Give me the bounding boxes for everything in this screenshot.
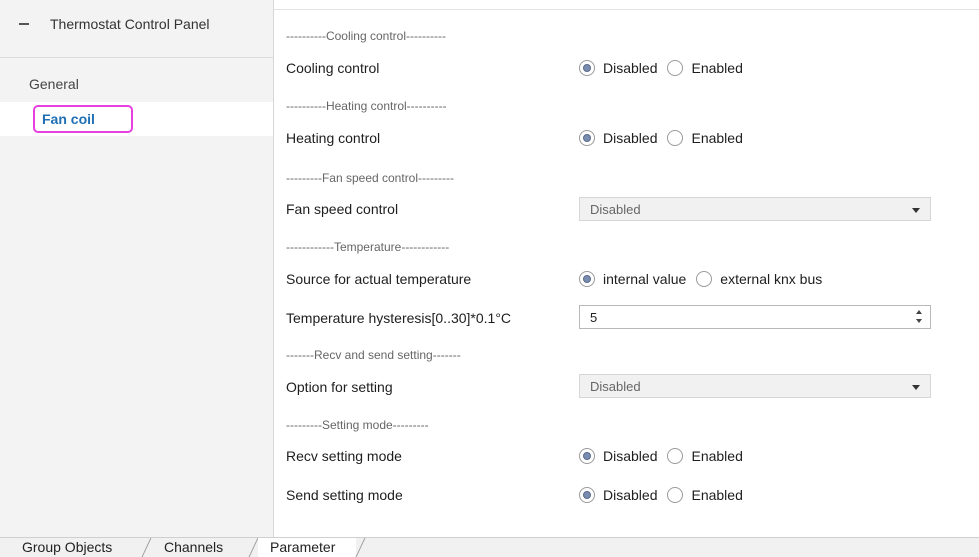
radio-external-knx-bus[interactable] [696,271,713,287]
option-for-setting-label: Option for setting [286,379,393,395]
tab-label: Parameter [270,539,336,555]
radio-label[interactable]: internal value [603,271,686,287]
radio-enabled[interactable] [667,487,684,503]
section-header-cooling: ----------Cooling control---------- [286,29,446,43]
section-header-fan-speed: ---------Fan speed control--------- [286,171,454,185]
fan-speed-control-label: Fan speed control [286,201,399,217]
radio-label[interactable]: Enabled [691,448,742,464]
recv-setting-mode-radio-group: Disabled Enabled [579,448,753,464]
tab-label: Group Objects [22,539,113,555]
sidebar-item-general[interactable]: General [0,66,273,102]
parameter-panel: ----------Cooling control---------- Cool… [274,0,979,537]
tab-separator [248,538,259,557]
temp-hysteresis-label: Temperature hysteresis[0..30]*0.1°C [286,310,512,326]
collapse-icon[interactable] [19,23,29,25]
cooling-control-radio-group: Disabled Enabled [579,60,753,76]
tab-channels[interactable]: Channels [152,538,250,557]
section-header-heating: ----------Heating control---------- [286,99,447,113]
tab-label: Channels [164,539,224,555]
heating-control-radio-group: Disabled Enabled [579,130,753,146]
bottom-tab-bar: Group Objects Channels Parameter [0,537,979,557]
chevron-down-icon[interactable] [912,208,920,213]
radio-label[interactable]: Disabled [603,60,657,76]
cooling-control-label: Cooling control [286,60,380,76]
radio-internal-value[interactable] [579,271,595,287]
radio-label[interactable]: Disabled [603,487,657,503]
radio-disabled[interactable] [579,487,595,503]
decrement-icon[interactable] [916,319,922,323]
tree-header[interactable]: Thermostat Control Panel [0,13,273,58]
source-temperature-label: Source for actual temperature [286,271,472,287]
tab-separator [141,538,152,557]
radio-enabled[interactable] [667,130,684,146]
source-temperature-radio-group: internal value external knx bus [579,271,832,287]
tab-parameter[interactable]: Parameter [258,538,356,557]
divider [274,9,979,10]
radio-label[interactable]: Disabled [603,130,657,146]
tab-group-objects[interactable]: Group Objects [0,538,140,557]
radio-enabled[interactable] [667,60,684,76]
section-header-temperature: ------------Temperature------------ [286,240,450,254]
radio-disabled[interactable] [579,448,595,464]
sidebar: Thermostat Control Panel General Fan coi… [0,0,274,537]
radio-label[interactable]: Disabled [603,448,657,464]
tree-title: Thermostat Control Panel [50,16,210,32]
section-header-recv-send: -------Recv and send setting------- [286,348,461,362]
radio-enabled[interactable] [667,448,684,464]
radio-label[interactable]: Enabled [691,130,742,146]
select-value: Disabled [590,379,641,394]
increment-icon[interactable] [916,310,922,314]
recv-setting-mode-label: Recv setting mode [286,448,402,464]
radio-disabled[interactable] [579,60,595,76]
sidebar-item-label: General [29,76,79,92]
radio-label[interactable]: external knx bus [720,271,822,287]
temp-hysteresis-stepper[interactable]: 5 [579,305,931,329]
select-value: Disabled [590,202,641,217]
selection-highlight [33,105,133,133]
tab-separator [355,538,366,557]
send-setting-mode-label: Send setting mode [286,487,403,503]
divider [0,57,273,58]
heating-control-label: Heating control [286,130,381,146]
stepper-value: 5 [590,310,598,325]
radio-label[interactable]: Enabled [691,60,742,76]
radio-label[interactable]: Enabled [691,487,742,503]
send-setting-mode-radio-group: Disabled Enabled [579,487,753,503]
section-header-setting-mode: ---------Setting mode--------- [286,418,429,432]
option-for-setting-select[interactable]: Disabled [579,374,931,398]
radio-disabled[interactable] [579,130,595,146]
chevron-down-icon[interactable] [912,385,920,390]
fan-speed-control-select[interactable]: Disabled [579,197,931,221]
